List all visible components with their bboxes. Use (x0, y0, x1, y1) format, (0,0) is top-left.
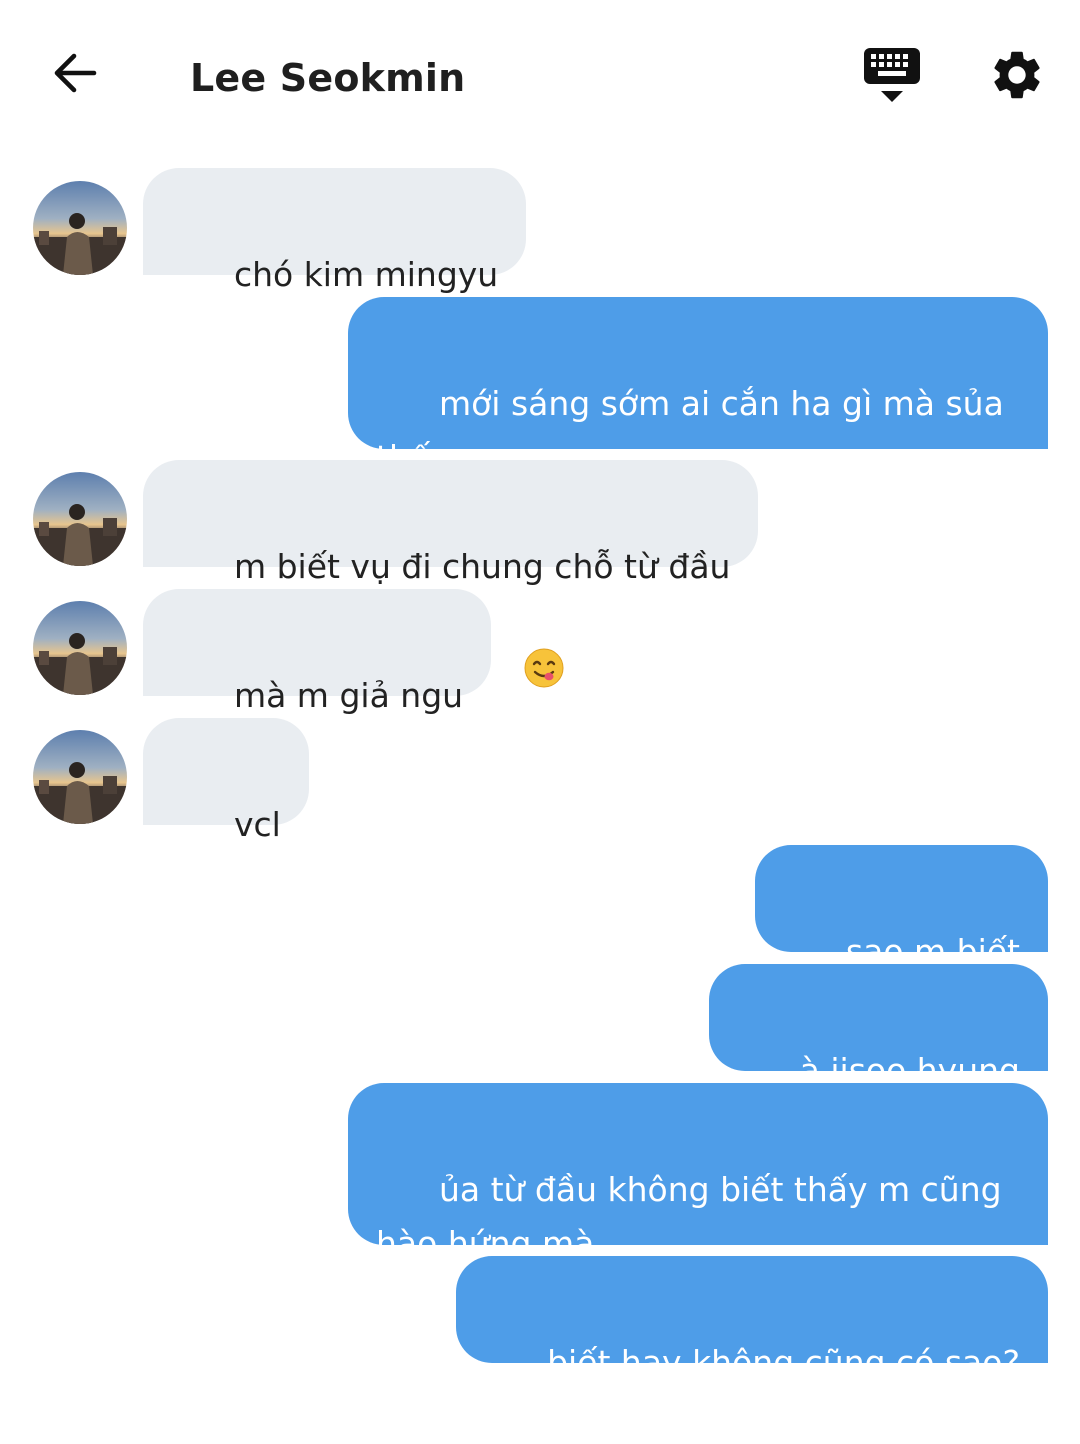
avatar-photo (33, 213, 127, 275)
gear-icon (994, 51, 1040, 99)
avatar[interactable] (33, 730, 127, 824)
message-bubble-outgoing[interactable]: ủa từ đầu không biết thấy m cũng hào hứn… (348, 1083, 1048, 1263)
message-bubble-incoming[interactable]: vcl (143, 718, 309, 844)
avatar[interactable] (33, 472, 127, 566)
message-text: m biết vụ đi chung chỗ từ đầu (233, 547, 731, 586)
avatar-photo (33, 762, 127, 824)
message-bubble-incoming[interactable]: chó kim mingyu (143, 168, 527, 294)
message-text: biết hay không cũng có sao? (547, 1343, 1020, 1382)
message-text: mà m giả ngu (233, 676, 464, 715)
message-bubble-incoming[interactable]: mà m giả ngu (143, 589, 492, 715)
message-text: vcl (233, 805, 281, 844)
message-bubble-outgoing[interactable]: à jisoo hyung (708, 964, 1048, 1195)
chat-header: Lee Seokmin (0, 0, 1080, 150)
message-bubble-outgoing[interactable]: sao m biết (754, 845, 1048, 971)
keyboard-icon (864, 48, 920, 102)
avatar-photo (33, 504, 127, 566)
message-bubble-outgoing[interactable]: mới sáng sớm ai cắn ha gì mà sủa thế (348, 297, 1048, 688)
settings-button[interactable] (988, 46, 1046, 104)
contact-name[interactable]: Lee Seokmin (190, 52, 465, 104)
message-text: chó kim mingyu (233, 255, 499, 294)
back-button[interactable] (46, 44, 104, 102)
keyboard-button[interactable] (860, 44, 924, 108)
avatar[interactable] (33, 181, 127, 275)
avatar-photo (33, 633, 127, 695)
message-bubble-incoming[interactable]: m biết vụ đi chung chỗ từ đầu (143, 460, 759, 586)
message-bubble-outgoing[interactable]: biết hay không cũng có sao? (456, 1256, 1048, 1382)
avatar[interactable] (33, 601, 127, 695)
arrow-left-icon (54, 53, 97, 93)
